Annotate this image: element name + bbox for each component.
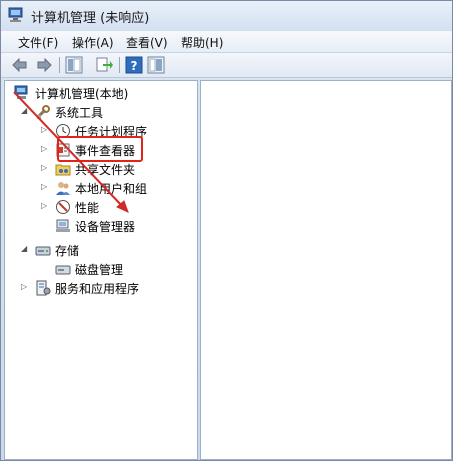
toolbar: ?: [1, 53, 452, 78]
shared-folder-icon: [55, 164, 71, 176]
expand-arrow-icon[interactable]: ▷: [41, 182, 49, 192]
device-manager-icon: [56, 219, 70, 232]
toolbar-separator: [119, 57, 120, 73]
storage-icon: [35, 246, 51, 256]
device-manager-highlight-box: [57, 136, 143, 162]
computer-management-icon: [14, 85, 28, 99]
forward-arrow-icon[interactable]: [35, 56, 53, 74]
computer-management-icon: [8, 7, 23, 22]
window-title: 计算机管理 (未响应): [31, 11, 150, 26]
menu-action[interactable]: 操作(A): [72, 34, 114, 51]
expand-arrow-icon[interactable]: ▷: [21, 282, 29, 292]
services-icon: [36, 280, 51, 296]
export-list-icon[interactable]: [95, 56, 113, 74]
tools-icon: [36, 105, 50, 119]
help-icon[interactable]: ?: [125, 56, 143, 74]
toolbar-separator: [59, 57, 60, 73]
expand-arrow-icon[interactable]: ▷: [41, 125, 49, 135]
collapse-arrow-icon[interactable]: ◢: [21, 244, 29, 254]
menu-help[interactable]: 帮助(H): [181, 34, 223, 51]
tree-label: 性能: [75, 201, 100, 215]
svg-text:?: ?: [131, 59, 138, 73]
computer-management-window: 计算机管理 (未响应) 文件(F) 操作(A) 查看(V) 帮助(H) ? 计算…: [0, 0, 453, 461]
tree-label: 计算机管理(本地): [35, 87, 129, 101]
tree-label: 设备管理器: [75, 220, 136, 234]
properties-icon[interactable]: [147, 56, 165, 74]
details-pane: [200, 80, 452, 460]
back-arrow-icon[interactable]: [11, 56, 29, 74]
tree-label: 服务和应用程序: [55, 282, 140, 296]
expand-arrow-icon[interactable]: ▷: [41, 144, 49, 154]
performance-icon: [56, 200, 70, 214]
collapse-arrow-icon[interactable]: ◢: [21, 106, 29, 116]
disk-icon: [55, 265, 71, 275]
expand-arrow-icon[interactable]: ▷: [41, 163, 49, 173]
users-icon: [56, 182, 70, 195]
expand-arrow-icon[interactable]: ▷: [41, 201, 49, 211]
menu-bar: 文件(F) 操作(A) 查看(V) 帮助(H): [1, 31, 452, 53]
show-hide-tree-icon[interactable]: [65, 56, 83, 74]
tree-label: 存储: [55, 244, 80, 258]
tree-label: 共享文件夹: [75, 163, 136, 177]
tree-label: 系统工具: [55, 106, 104, 120]
menu-view[interactable]: 查看(V): [126, 34, 168, 51]
tree-label: 磁盘管理: [75, 263, 124, 277]
title-bar: 计算机管理 (未响应): [1, 1, 452, 31]
menu-file[interactable]: 文件(F): [18, 34, 58, 51]
tree-label: 本地用户和组: [75, 182, 148, 196]
